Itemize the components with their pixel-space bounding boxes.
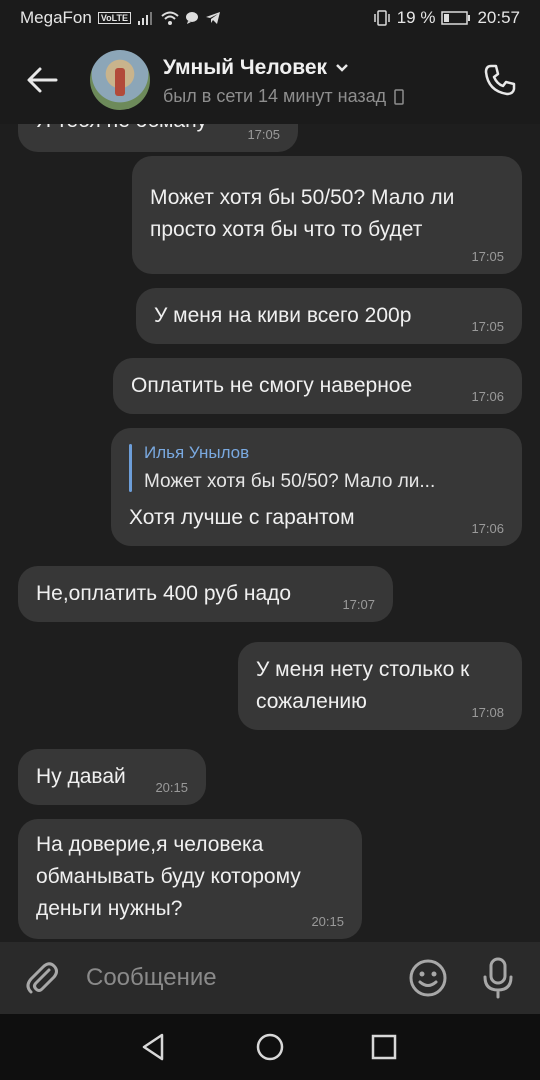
message-text: Оплатить не смогу наверное — [131, 374, 413, 397]
back-button[interactable] — [20, 58, 64, 102]
chat-bubble-icon — [186, 12, 198, 24]
circle-home-icon — [256, 1033, 284, 1061]
chat-header: Умный Человек был в сети 14 минут назад — [0, 36, 540, 124]
voice-message-button[interactable] — [478, 956, 518, 1000]
message-time: 17:06 — [471, 389, 504, 404]
message-incoming[interactable]: На доверие,я человека обманывать буду ко… — [18, 819, 362, 939]
last-seen: был в сети 14 минут назад — [163, 86, 404, 107]
nav-home-button[interactable] — [254, 1031, 286, 1063]
message-time: 17:06 — [471, 521, 504, 536]
clock: 20:57 — [477, 8, 520, 27]
message-text: Не,оплатить 400 руб надо — [36, 582, 292, 605]
signal-icon — [138, 12, 152, 25]
message-outgoing-reply[interactable]: Илья Унылов Может хотя бы 50/50? Мало ли… — [111, 428, 522, 546]
vibrate-icon — [373, 10, 390, 26]
message-outgoing[interactable]: Оплатить не смогу наверное 17:06 — [113, 358, 522, 414]
contact-name: Умный Человек — [163, 56, 328, 79]
nav-recent-button[interactable] — [368, 1031, 400, 1063]
message-text: Хотя лучше с гарантом — [129, 506, 355, 529]
paperclip-icon — [26, 962, 58, 994]
square-recent-icon — [371, 1034, 397, 1060]
battery-icon — [441, 11, 471, 25]
message-incoming[interactable]: Ну давай 20:15 — [18, 749, 206, 805]
message-time: 20:15 — [155, 780, 188, 795]
last-seen-text: был в сети 14 минут назад — [163, 86, 387, 106]
message-list[interactable]: Я тебя не обману 17:05 Может хотя бы 50/… — [0, 124, 540, 942]
battery-percent: 19 % — [396, 8, 436, 27]
message-text: У меня нету столько к сожалению — [256, 658, 470, 713]
message-text: У меня на киви всего 200р — [154, 304, 412, 327]
message-incoming[interactable]: Не,оплатить 400 руб надо 17:07 — [18, 566, 393, 622]
emoji-button[interactable] — [408, 958, 448, 998]
message-time: 17:05 — [471, 249, 504, 264]
message-incoming[interactable]: Я тебя не обману 17:05 — [18, 124, 298, 152]
message-time: 17:08 — [471, 705, 504, 720]
message-text: Может хотя бы 50/50? Мало ли просто хотя… — [150, 186, 455, 241]
message-time: 17:05 — [247, 127, 280, 142]
arrow-left-icon — [27, 67, 58, 93]
telegram-icon — [206, 12, 220, 24]
avatar[interactable] — [90, 50, 150, 110]
reply-accent-bar — [129, 444, 132, 492]
attach-button[interactable] — [22, 958, 62, 998]
phone-icon — [484, 64, 516, 96]
smiley-icon — [409, 959, 447, 997]
status-bar: MegaFon VoLTE 19 % 20:57 — [0, 0, 540, 36]
message-text: Я тебя не обману — [36, 124, 280, 137]
carrier-label: MegaFon — [20, 8, 92, 27]
wifi-icon — [161, 11, 179, 25]
message-outgoing[interactable]: У меня нету столько к сожалению 17:08 — [238, 642, 522, 730]
contact-name-button[interactable]: Умный Человек — [163, 56, 349, 80]
reply-quote: Может хотя бы 50/50? Мало ли... — [144, 471, 436, 492]
mobile-device-icon — [394, 88, 404, 105]
message-outgoing[interactable]: У меня на киви всего 200р 17:05 — [136, 288, 522, 344]
volte-badge: VoLTE — [97, 12, 131, 24]
chevron-down-icon — [336, 64, 348, 72]
call-button[interactable] — [478, 58, 522, 102]
triangle-back-icon — [142, 1033, 164, 1061]
microphone-icon — [483, 957, 513, 999]
nav-back-button[interactable] — [138, 1031, 170, 1063]
system-navigation-bar — [0, 1014, 540, 1080]
message-input[interactable] — [86, 960, 386, 996]
message-time: 17:07 — [342, 597, 375, 612]
message-text: На доверие,я человека обманывать буду ко… — [36, 833, 301, 920]
message-time: 20:15 — [311, 914, 344, 929]
message-outgoing[interactable]: Может хотя бы 50/50? Мало ли просто хотя… — [132, 156, 522, 274]
message-composer — [0, 942, 540, 1014]
message-time: 17:05 — [471, 319, 504, 334]
reply-author: Илья Унылов — [144, 443, 250, 462]
